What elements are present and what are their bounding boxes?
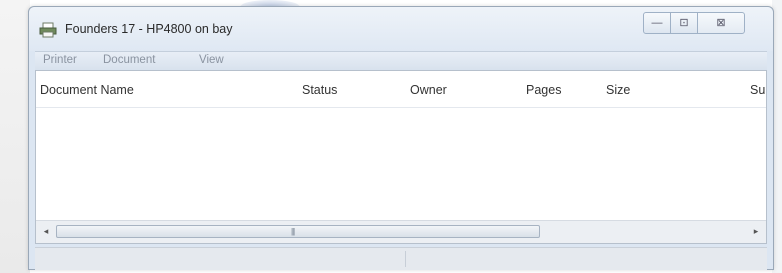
- scrollbar-thumb[interactable]: |||: [56, 225, 540, 238]
- column-pages[interactable]: Pages: [526, 83, 561, 97]
- scroll-left-arrow-icon[interactable]: ◂: [39, 224, 53, 238]
- column-header-row: Document Name Status Owner Pages Size Su…: [36, 71, 766, 108]
- print-queue-window: Founders 17 - HP4800 on bay — ⊡ ⊠ Printe…: [28, 6, 774, 270]
- desktop-background-left: [0, 0, 30, 273]
- menu-view[interactable]: View: [199, 54, 224, 66]
- window-title: Founders 17 - HP4800 on bay: [65, 22, 233, 36]
- column-size[interactable]: Size: [606, 83, 630, 97]
- printer-icon: [39, 22, 57, 38]
- menu-printer[interactable]: Printer: [43, 54, 77, 66]
- column-submitted[interactable]: Sul: [750, 83, 766, 97]
- close-button[interactable]: ⊠: [697, 12, 745, 34]
- minimize-button[interactable]: —: [643, 12, 671, 34]
- maximize-button[interactable]: ⊡: [670, 12, 698, 34]
- print-queue-list[interactable]: Document Name Status Owner Pages Size Su…: [35, 70, 767, 244]
- title-bar[interactable]: Founders 17 - HP4800 on bay — ⊡ ⊠: [29, 7, 773, 51]
- horizontal-scrollbar[interactable]: ◂ ||| ▸: [36, 220, 766, 243]
- column-document-name[interactable]: Document Name: [40, 83, 134, 97]
- scroll-right-arrow-icon[interactable]: ▸: [749, 224, 763, 238]
- column-owner[interactable]: Owner: [410, 83, 447, 97]
- menu-bar: Printer Document View: [35, 51, 767, 71]
- column-status[interactable]: Status: [302, 83, 337, 97]
- status-bar-separator: [405, 251, 406, 267]
- scrollbar-grip-icon: |||: [291, 227, 295, 236]
- status-bar: [35, 247, 767, 270]
- menu-document[interactable]: Document: [103, 54, 155, 66]
